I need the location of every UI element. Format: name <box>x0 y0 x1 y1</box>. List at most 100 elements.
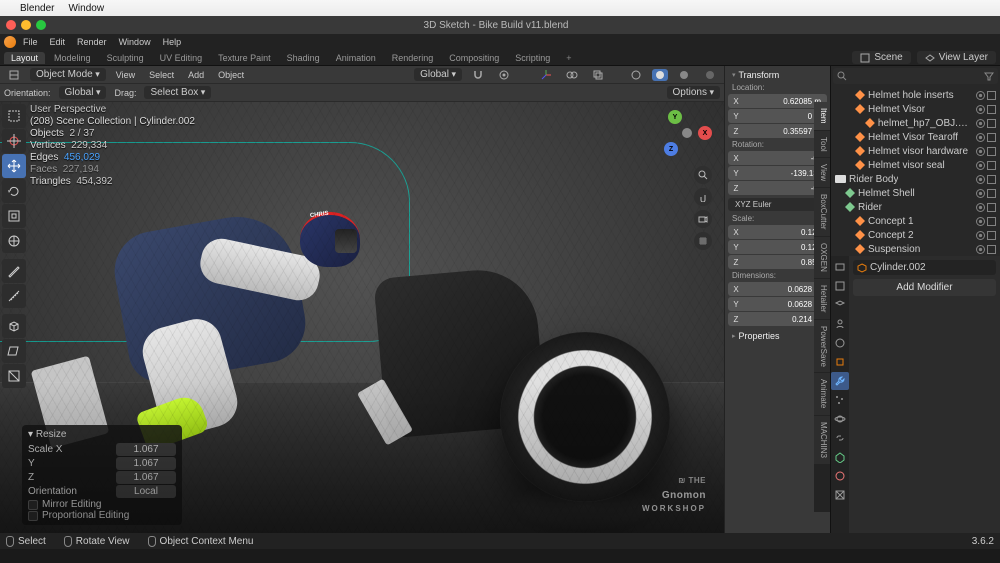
mirror-checkbox[interactable]: Mirror Editing <box>28 499 176 510</box>
menu-object[interactable]: Object <box>214 70 248 80</box>
shading-matprev[interactable] <box>674 69 694 81</box>
mode-dropdown[interactable]: Object Mode ▾ <box>30 68 106 81</box>
tool-rotate[interactable] <box>2 179 26 203</box>
ntab-tool[interactable]: Tool <box>814 131 830 158</box>
tool-measure[interactable] <box>2 284 26 308</box>
outliner-search-input[interactable] <box>847 71 984 81</box>
menu-select[interactable]: Select <box>145 70 178 80</box>
scale-x-field[interactable]: 1.067 <box>116 443 176 456</box>
perspective-button[interactable] <box>694 232 712 250</box>
nav-gizmo[interactable]: Y X Z <box>660 108 714 162</box>
tool-select-box[interactable] <box>2 104 26 128</box>
tool-cursor[interactable] <box>2 129 26 153</box>
mac-app-name[interactable]: Blender <box>20 3 54 14</box>
close-window-button[interactable] <box>6 20 16 30</box>
workspace-scripting[interactable]: Scripting <box>508 52 557 64</box>
workspace-shading[interactable]: Shading <box>280 52 327 64</box>
outliner-item[interactable]: Helmet Visor Tearoff <box>833 130 998 144</box>
render-toggle[interactable] <box>987 105 996 114</box>
ptab-scene[interactable] <box>831 315 849 333</box>
scale-y-field[interactable]: 1.067 <box>116 457 176 470</box>
drag-dropdown[interactable]: Select Box ▾ <box>144 86 211 99</box>
render-toggle[interactable] <box>987 189 996 198</box>
ptab-world[interactable] <box>831 334 849 352</box>
ntab-item[interactable]: Item <box>814 102 830 130</box>
mac-menu-window[interactable]: Window <box>68 3 104 14</box>
tool-options[interactable]: Options ▾ <box>667 86 721 99</box>
ptab-viewlayer[interactable] <box>831 296 849 314</box>
tool-extra1[interactable] <box>2 339 26 363</box>
properties-section[interactable]: Properties <box>728 329 827 343</box>
loc-y[interactable]: Y0 m <box>728 109 827 123</box>
outliner-item[interactable]: Concept 1 <box>833 214 998 228</box>
visibility-toggle[interactable] <box>976 133 985 142</box>
tool-move[interactable] <box>2 154 26 178</box>
workspace-texpaint[interactable]: Texture Paint <box>211 52 278 64</box>
visibility-toggle[interactable] <box>976 203 985 212</box>
ntab-animate[interactable]: Animate <box>814 373 830 414</box>
render-toggle[interactable] <box>987 119 996 128</box>
overlays-toggle[interactable] <box>562 69 582 81</box>
shading-rendered[interactable] <box>700 69 720 81</box>
outliner-item[interactable]: Helmet visor seal <box>833 158 998 172</box>
outliner-item[interactable]: Concept 2 <box>833 228 998 242</box>
visibility-toggle[interactable] <box>976 231 985 240</box>
orientation-field[interactable]: Local <box>116 485 176 498</box>
3d-viewport[interactable]: CHRIS User Perspective (208) Scene Colle… <box>0 102 724 533</box>
tool-transform[interactable] <box>2 229 26 253</box>
ptab-texture[interactable] <box>831 486 849 504</box>
menu-window[interactable]: Window <box>114 37 156 47</box>
gizmo-toggle[interactable] <box>536 69 556 81</box>
visibility-toggle[interactable] <box>976 147 985 156</box>
filter-icon[interactable] <box>984 71 994 81</box>
ntab-oxgen[interactable]: OXGEN <box>814 237 830 278</box>
tool-extra2[interactable] <box>2 364 26 388</box>
operator-panel[interactable]: ▾ Resize Scale X1.067 Y1.067 Z1.067 Orie… <box>22 425 182 525</box>
proportional-checkbox[interactable]: Proportional Editing <box>28 510 176 521</box>
ptab-output[interactable] <box>831 277 849 295</box>
workspace-rendering[interactable]: Rendering <box>385 52 441 64</box>
transform-orientation[interactable]: Global ▾ <box>414 68 462 81</box>
outliner-item[interactable]: Helmet visor hardware <box>833 144 998 158</box>
proportional-edit-toggle[interactable] <box>494 69 514 81</box>
menu-view[interactable]: View <box>112 70 139 80</box>
ptab-particles[interactable] <box>831 391 849 409</box>
editor-type-button[interactable] <box>4 69 24 81</box>
xray-toggle[interactable] <box>588 69 608 81</box>
axis-x[interactable]: X <box>698 126 712 140</box>
ptab-modifier[interactable] <box>831 372 849 390</box>
ntab-boxcutter[interactable]: BoxCutter <box>814 188 830 236</box>
outliner-item[interactable]: Helmet Visor <box>833 102 998 116</box>
workspace-add[interactable]: + <box>559 52 578 64</box>
render-toggle[interactable] <box>987 175 996 184</box>
ptab-material[interactable] <box>831 467 849 485</box>
tool-annotate[interactable] <box>2 259 26 283</box>
visibility-toggle[interactable] <box>976 189 985 198</box>
render-toggle[interactable] <box>987 161 996 170</box>
tool-addcube[interactable] <box>2 314 26 338</box>
outliner-search[interactable] <box>833 68 998 84</box>
visibility-toggle[interactable] <box>976 217 985 226</box>
dim-x[interactable]: X0.0628 m <box>728 282 827 296</box>
add-modifier-button[interactable]: Add Modifier <box>853 279 996 296</box>
render-toggle[interactable] <box>987 91 996 100</box>
workspace-compositing[interactable]: Compositing <box>442 52 506 64</box>
snap-toggle[interactable] <box>468 69 488 81</box>
tool-scale[interactable] <box>2 204 26 228</box>
sca-z[interactable]: Z0.857 <box>728 255 827 269</box>
pan-button[interactable] <box>694 188 712 206</box>
visibility-toggle[interactable] <box>976 105 985 114</box>
properties-breadcrumb[interactable]: Cylinder.002 <box>853 260 996 275</box>
workspace-sculpting[interactable]: Sculpting <box>100 52 151 64</box>
ntab-hetailer[interactable]: Hetailer <box>814 279 830 319</box>
loc-x[interactable]: X0.62085 m <box>728 94 827 108</box>
sca-y[interactable]: Y0.126 <box>728 240 827 254</box>
menu-help[interactable]: Help <box>158 37 187 47</box>
ntab-view[interactable]: View <box>814 158 830 187</box>
render-toggle[interactable] <box>987 217 996 226</box>
outliner-item[interactable]: Helmet hole inserts <box>833 88 998 102</box>
rot-z[interactable]: Z-0° <box>728 181 827 195</box>
zoom-window-button[interactable] <box>36 20 46 30</box>
menu-edit[interactable]: Edit <box>45 37 71 47</box>
ptab-data[interactable] <box>831 448 849 466</box>
